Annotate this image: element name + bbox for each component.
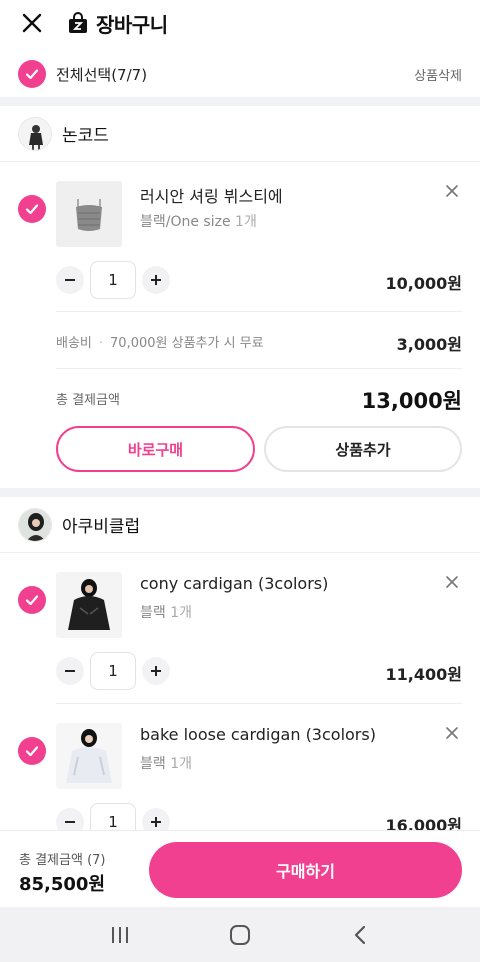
buy-now-button[interactable]: 바로구매 — [56, 426, 255, 472]
store-header[interactable]: 논코드 — [0, 106, 480, 162]
select-all-checkbox[interactable] — [18, 60, 46, 88]
close-icon — [446, 576, 458, 588]
item-price: 10,000원 — [385, 274, 462, 293]
top-bar: 장바구니 — [0, 0, 480, 46]
purchase-button[interactable]: 구매하기 — [149, 842, 462, 898]
page-title: 장바구니 — [96, 12, 168, 37]
minus-icon — [65, 279, 75, 281]
check-icon — [25, 204, 39, 215]
shipping-fee: 3,000원 — [396, 335, 462, 354]
remove-item-button[interactable] — [442, 572, 462, 592]
check-icon — [25, 746, 39, 757]
option-qty: 1개 — [170, 605, 193, 621]
store-header[interactable]: 아쿠비클럽 — [0, 497, 480, 553]
close-icon[interactable] — [20, 11, 44, 35]
minus-icon — [65, 821, 75, 823]
minus-icon — [65, 670, 75, 672]
product-image[interactable] — [56, 181, 122, 247]
check-icon — [25, 69, 39, 80]
item-price: 11,400원 — [385, 665, 462, 684]
product-image[interactable] — [56, 572, 122, 638]
item-checkbox[interactable] — [18, 195, 46, 223]
remove-item-button[interactable] — [442, 181, 462, 201]
product-option: 블랙 1개 — [140, 605, 193, 621]
grand-total-label: 총 결제금액 (7) — [19, 853, 106, 868]
checkout-bar: 총 결제금액 (7) 85,500원 구매하기 — [0, 830, 480, 907]
back-icon[interactable] — [340, 915, 380, 955]
add-product-button[interactable]: 상품추가 — [264, 426, 462, 472]
check-icon — [25, 595, 39, 606]
plus-icon — [151, 275, 161, 285]
product-name[interactable]: bake loose cardigan (3colors) — [140, 725, 376, 744]
item-checkbox[interactable] — [18, 586, 46, 614]
quantity-stepper: 1 — [56, 261, 170, 299]
section-divider — [0, 488, 480, 497]
product-image[interactable] — [56, 723, 122, 789]
select-all-label: 전체선택(7/7) — [56, 65, 148, 84]
product-option: 블랙/One size 1개 — [140, 214, 257, 230]
home-icon[interactable] — [220, 915, 260, 955]
quantity-input[interactable]: 1 — [90, 261, 136, 299]
increase-button[interactable] — [142, 266, 170, 294]
section-divider — [0, 97, 480, 106]
plus-icon — [151, 817, 161, 827]
divider — [56, 311, 462, 312]
close-icon — [446, 727, 458, 739]
quantity-stepper: 1 — [56, 652, 170, 690]
recent-apps-icon[interactable] — [100, 915, 140, 955]
shipping-info: 배송비 · 70,000원 상품추가 시 무료 — [56, 336, 264, 351]
close-icon — [446, 185, 458, 197]
product-option: 블랙 1개 — [140, 756, 193, 772]
divider — [56, 368, 462, 369]
quantity-input[interactable]: 1 — [90, 652, 136, 690]
increase-button[interactable] — [142, 657, 170, 685]
remove-item-button[interactable] — [442, 723, 462, 743]
store-total-label: 총 결제금액 — [56, 393, 120, 408]
plus-icon — [151, 666, 161, 676]
select-all-row: 전체선택(7/7) 상품삭제 — [0, 56, 480, 92]
shopping-bag-icon — [66, 11, 90, 35]
decrease-button[interactable] — [56, 657, 84, 685]
store-name[interactable]: 아쿠비클럽 — [62, 512, 140, 537]
option-qty: 1개 — [235, 214, 257, 230]
decrease-button[interactable] — [56, 266, 84, 294]
store-name[interactable]: 논코드 — [62, 121, 109, 146]
option-qty: 1개 — [170, 756, 193, 772]
store-total-value: 13,000원 — [361, 389, 462, 413]
store-avatar — [18, 116, 52, 151]
system-navigation-bar — [0, 907, 480, 962]
delete-selected-button[interactable]: 상품삭제 — [414, 65, 462, 84]
item-checkbox[interactable] — [18, 737, 46, 765]
product-name[interactable]: 러시안 셔링 뷔스티에 — [140, 183, 283, 207]
divider — [56, 703, 462, 704]
store-avatar — [18, 507, 52, 542]
grand-total-value: 85,500원 — [19, 874, 106, 895]
product-name[interactable]: cony cardigan (3colors) — [140, 574, 328, 593]
